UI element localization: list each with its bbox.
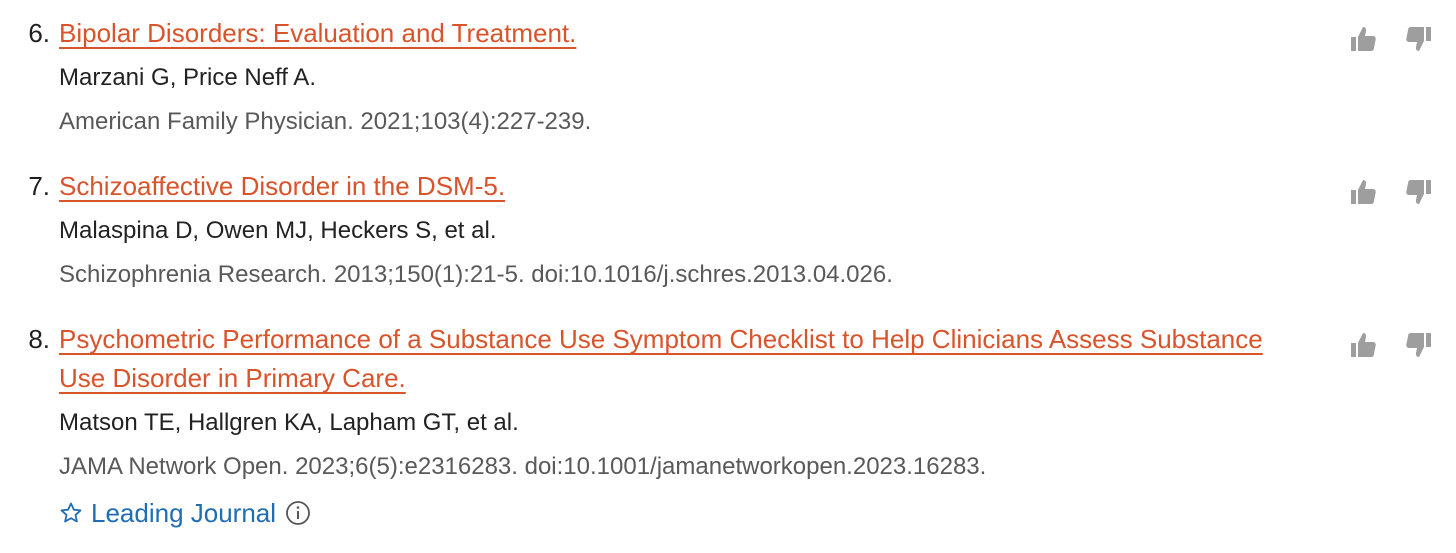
- thumbs-down-icon[interactable]: [1404, 177, 1434, 207]
- reference-source: JAMA Network Open. 2023;6(5):e2316283. d…: [59, 453, 987, 480]
- feedback-votes: [1348, 24, 1456, 54]
- thumbs-up-icon[interactable]: [1348, 330, 1378, 360]
- reference-title-link[interactable]: Bipolar Disorders: Evaluation and Treatm…: [59, 14, 1284, 53]
- reference-authors: Matson TE, Hallgren KA, Lapham GT, et al…: [59, 409, 519, 436]
- reference-number: 6.: [28, 18, 50, 48]
- feedback-votes: [1348, 330, 1456, 360]
- feedback-votes: [1348, 177, 1456, 207]
- thumbs-up-icon[interactable]: [1348, 24, 1378, 54]
- reference-list: 6. Bipolar Disorders: Evaluation and Tre…: [0, 0, 1456, 553]
- thumbs-down-icon[interactable]: [1404, 24, 1434, 54]
- reference-number: 8.: [28, 324, 50, 354]
- thumbs-down-icon[interactable]: [1404, 330, 1434, 360]
- reference-authors: Marzani G, Price Neff A.: [59, 64, 316, 91]
- reference-source: American Family Physician. 2021;103(4):2…: [59, 108, 592, 135]
- reference-number: 7.: [28, 171, 50, 201]
- reference-body: Bipolar Disorders: Evaluation and Treatm…: [59, 14, 1284, 137]
- reference-body: Schizoaffective Disorder in the DSM-5. M…: [59, 167, 1284, 290]
- leading-journal-badge: Leading Journal: [59, 496, 1284, 530]
- star-outline-icon: [60, 502, 82, 523]
- info-circle-icon[interactable]: [285, 500, 311, 526]
- reference-title-link[interactable]: Psychometric Performance of a Substance …: [59, 320, 1284, 398]
- reference-body: Psychometric Performance of a Substance …: [59, 320, 1284, 530]
- reference-title-link[interactable]: Schizoaffective Disorder in the DSM-5.: [59, 167, 1284, 206]
- thumbs-up-icon[interactable]: [1348, 177, 1378, 207]
- reference-source: Schizophrenia Research. 2013;150(1):21-5…: [59, 261, 893, 288]
- leading-journal-link[interactable]: Leading Journal: [91, 498, 276, 529]
- reference-authors: Malaspina D, Owen MJ, Heckers S, et al.: [59, 217, 497, 244]
